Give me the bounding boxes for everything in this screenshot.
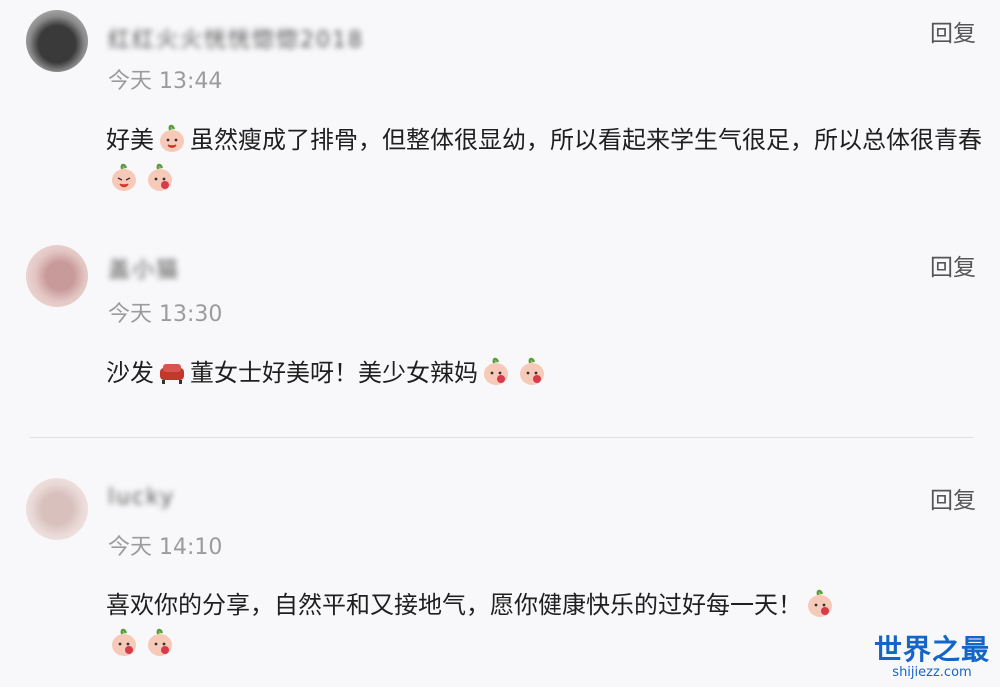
comment-time: 今天 13:44 [108, 69, 223, 94]
watermark-url: shijiezz.com [892, 665, 972, 680]
avatar[interactable] [26, 478, 88, 540]
peach-emoji-icon [520, 357, 544, 385]
comment-text: 喜欢你的分享，自然平和又接地气，愿你健康快乐的过好每一天！ [106, 586, 966, 664]
peach-emoji-icon [148, 163, 172, 191]
peach-emoji-icon [484, 357, 508, 385]
comment-time: 今天 14:10 [108, 535, 223, 560]
site-watermark: 世界之最 shijiezz.com [874, 635, 990, 681]
reply-button[interactable]: 回复 [930, 14, 976, 48]
comment-text-part: 好美 [106, 126, 154, 154]
reply-button[interactable]: 回复 [930, 248, 976, 282]
peach-emoji-icon [112, 628, 136, 656]
comment-divider [30, 437, 974, 438]
comment-text-part: 沙发 [106, 359, 154, 387]
comment-text-part: 董女士好美呀！美少女辣妈 [190, 359, 478, 387]
comment-text-part: 喜欢你的分享，自然平和又接地气，愿你健康快乐的过好每一天！ [106, 591, 802, 619]
watermark-title: 世界之最 [873, 633, 990, 666]
comment-time: 今天 13:30 [108, 302, 223, 327]
username[interactable]: 盖小猫 [108, 252, 180, 283]
username[interactable]: 红红火火恍恍惚惚2018 [108, 22, 364, 53]
avatar[interactable] [26, 245, 88, 307]
comment-text-part: 虽然瘦成了排骨，但整体很显幼，所以看起来学生气很足，所以总体很青春 [190, 126, 982, 154]
avatar[interactable] [26, 10, 88, 72]
peach-emoji-icon [148, 628, 172, 656]
peach-emoji-icon [808, 589, 832, 617]
reply-button[interactable]: 回复 [930, 481, 976, 515]
sofa-emoji-icon [160, 364, 184, 384]
comment-text: 沙发 董女士好美呀！美少女辣妈 [106, 354, 986, 393]
username[interactable]: lucky [108, 485, 175, 511]
peach-emoji-icon [160, 124, 184, 152]
peach-emoji-icon [112, 163, 136, 191]
comment-text: 好美 虽然瘦成了排骨，但整体很显幼，所以看起来学生气很足，所以总体很青春 [106, 121, 986, 199]
